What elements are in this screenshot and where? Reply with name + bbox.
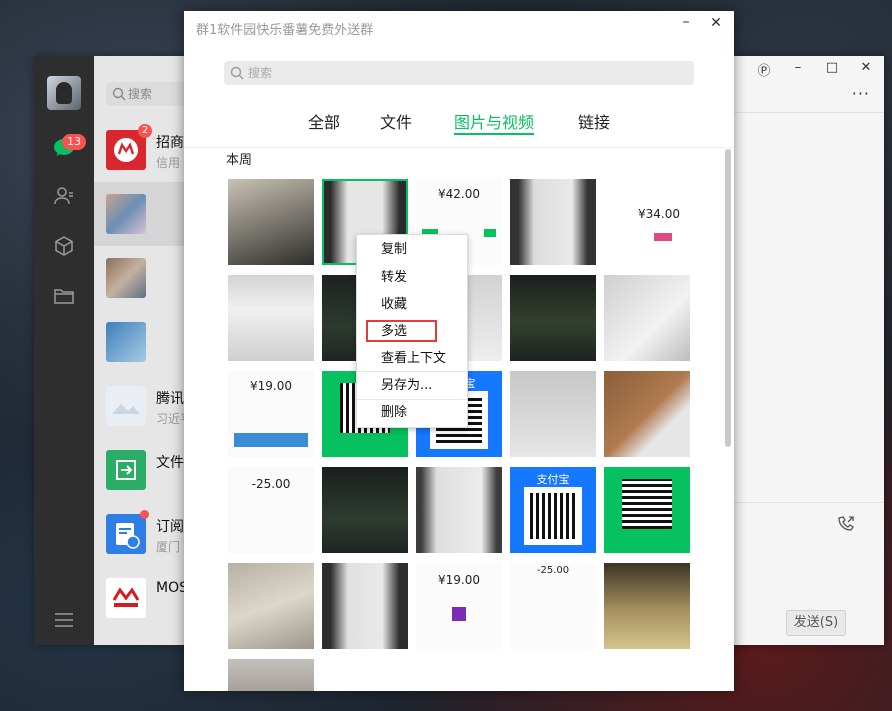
group-avatar [106,194,146,234]
header-divider [734,112,884,113]
chat-subtitle: 厦门 [156,540,181,554]
file-transfer-icon [106,450,146,490]
media-thumbnail[interactable] [228,179,314,265]
media-thumbnail[interactable] [322,563,408,649]
media-thumbnail[interactable] [416,467,502,553]
search-icon [230,66,244,80]
chat-title: 文件 [156,455,184,471]
thumbnail-amount: ¥34.00 [638,207,680,221]
menu-icon[interactable] [54,612,74,628]
media-thumbnail[interactable] [322,467,408,553]
maximize-button[interactable]: □ [822,60,842,79]
media-thumbnail[interactable] [510,371,596,457]
dialog-title: 群1软件园快乐番薯免费外送群 [196,23,374,38]
folder-icon[interactable] [52,284,76,308]
menu-item-copy[interactable]: 复制 [357,237,467,263]
mos-logo [106,578,146,618]
media-thumbnail[interactable]: ¥19.00 [416,563,502,649]
collection-icon[interactable] [52,234,76,258]
search-icon [112,87,126,101]
chat-avatar [106,322,146,362]
chat-subtitle: 信用 [156,156,181,170]
voice-call-icon[interactable] [836,514,856,534]
send-button[interactable]: 发送(S) [786,610,846,636]
media-thumbnail[interactable] [228,659,314,691]
scrollbar-thumb[interactable] [725,149,731,447]
thumbnail-amount: ¥19.00 [438,573,480,587]
thumbnail-label: 支付宝 [536,473,570,486]
chat-title: 腾讯 [156,391,184,407]
media-scrollbar[interactable] [724,149,732,689]
window-controls: Ⓟ – □ ✕ [754,60,876,79]
media-thumbnail[interactable] [604,467,690,553]
tabs-divider [184,147,734,148]
chat-search-placeholder: 搜索 [128,87,153,101]
menu-separator [357,371,467,372]
menu-item-forward[interactable]: 转发 [357,265,467,291]
media-thumbnail[interactable] [510,179,596,265]
media-thumbnail[interactable] [604,563,690,649]
menu-item-save-as[interactable]: 另存为... [357,373,467,399]
thumbnail-amount: -25.00 [536,565,570,576]
group-avatar [106,258,146,298]
media-thumbnail[interactable] [228,563,314,649]
tab-all[interactable]: 全部 [308,109,340,133]
dialog-search-input[interactable]: 搜索 [224,61,694,85]
chat-avatar [106,386,146,426]
contacts-icon[interactable] [52,184,76,208]
media-tabs: 全部 文件 图片与视频 链接 [184,109,734,141]
media-thumbnail[interactable]: -25.00 [228,467,314,553]
unread-badge: 2 [138,124,152,138]
menu-item-favorite[interactable]: 收藏 [357,292,467,318]
media-thumbnail[interactable] [604,371,690,457]
tab-files[interactable]: 文件 [380,109,412,133]
multi-select-highlight-box [366,320,437,342]
chat-pane: Ⓟ – □ ✕ ··· [734,56,884,645]
media-thumbnail[interactable] [228,275,314,361]
chat-title: 招商 [156,135,184,151]
active-tab-underline [454,133,534,135]
media-thumbnail[interactable]: ¥34.00 [604,179,690,265]
dialog-minimize-button[interactable]: – [678,15,694,31]
user-avatar[interactable] [47,76,81,110]
minimize-button[interactable]: – [788,60,808,79]
group-files-dialog: 群1软件园快乐番薯免费外送群 – ✕ 搜索 全部 文件 图片与视频 链接 本周 … [184,11,734,691]
left-nav-bar: 13 [34,56,94,645]
dialog-search-placeholder: 搜索 [248,66,273,80]
chat-unread-badge: 13 [62,134,86,150]
media-thumbnail[interactable] [604,275,690,361]
close-button[interactable]: ✕ [856,60,876,79]
tab-images-videos[interactable]: 图片与视频 [454,109,534,133]
input-divider [734,502,884,503]
media-thumbnail[interactable]: 支付宝 [510,467,596,553]
pin-button[interactable]: Ⓟ [754,60,774,79]
chat-title: 订阅 [156,519,184,535]
thumbnail-amount: -25.00 [251,477,291,491]
tab-links[interactable]: 链接 [578,109,610,133]
section-label-this-week: 本周 [226,153,253,168]
media-thumbnail[interactable]: ¥19.00 [228,371,314,457]
dialog-close-button[interactable]: ✕ [708,15,724,31]
more-options-icon[interactable]: ··· [852,84,870,103]
unread-dot [140,510,149,519]
menu-item-delete[interactable]: 删除 [357,400,467,426]
thumbnail-amount: ¥42.00 [438,187,480,201]
thumbnail-amount: ¥19.00 [250,379,292,393]
media-thumbnail[interactable]: -25.00 [510,563,596,649]
subscription-icon [106,514,146,554]
menu-item-view-context[interactable]: 查看上下文 [357,346,467,372]
media-thumbnail[interactable] [510,275,596,361]
